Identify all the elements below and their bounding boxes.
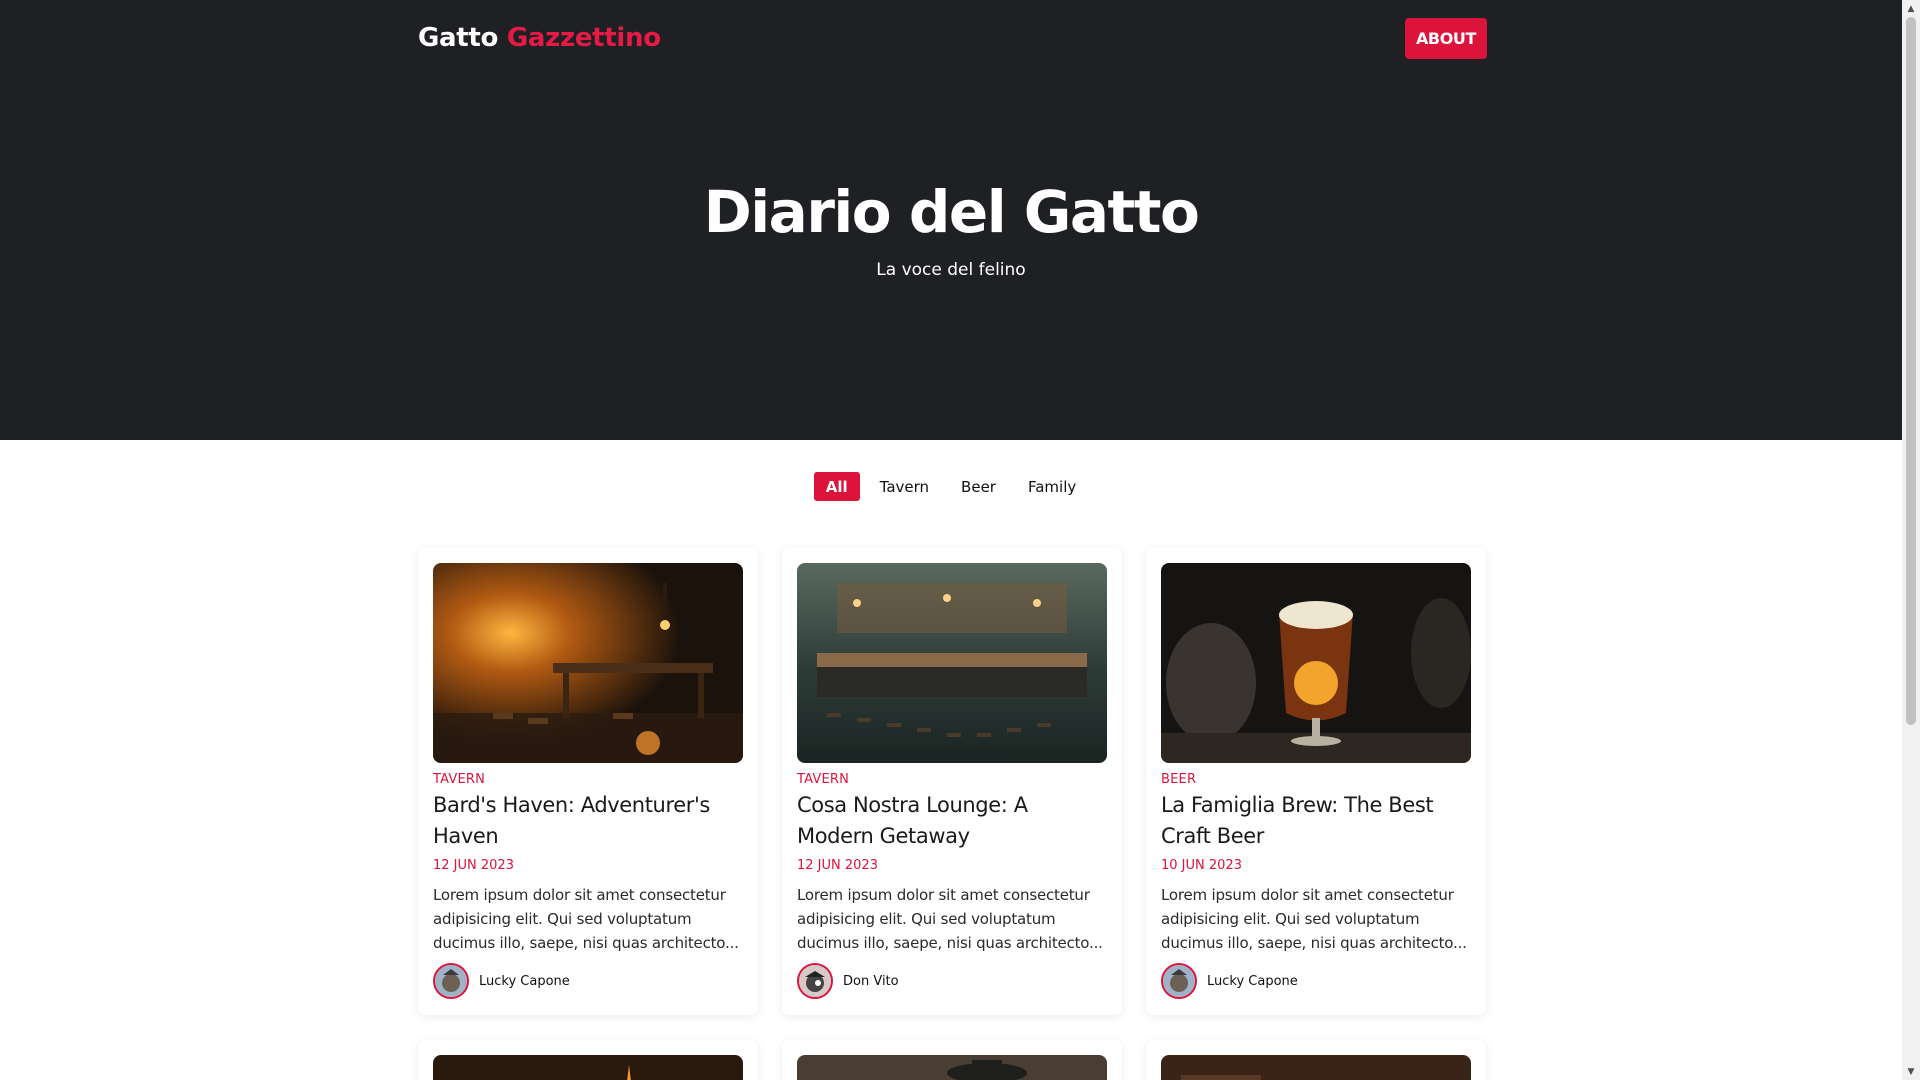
post-date: 12 JUN 2023 — [797, 858, 878, 873]
logo-text-accent: Gazzettino — [506, 23, 661, 53]
hero-title: Diario del Gatto — [703, 178, 1200, 246]
post-title[interactable]: Cosa Nostra Lounge: A Modern Getaway — [797, 790, 1107, 852]
logo-text-primary: Gatto — [418, 23, 499, 53]
post-image[interactable] — [433, 1055, 743, 1080]
scroll-down-icon[interactable]: ▼ — [1902, 1063, 1920, 1080]
author-avatar — [1161, 963, 1197, 999]
post-excerpt: Lorem ipsum dolor sit amet consectetur a… — [797, 886, 1103, 952]
top-nav: Gatto Gazzettino ABOUT — [418, 18, 1487, 59]
post-excerpt: Lorem ipsum dolor sit amet consectetur a… — [433, 886, 739, 952]
author-avatar — [797, 963, 833, 999]
post-card[interactable] — [1146, 1040, 1486, 1080]
post-image[interactable] — [797, 1055, 1107, 1080]
post-author[interactable]: Don Vito — [797, 963, 899, 999]
post-image-modern-bar[interactable] — [797, 563, 1107, 763]
hero-header: Gatto Gazzettino ABOUT Diario del Gatto … — [0, 0, 1902, 440]
author-avatar — [433, 963, 469, 999]
category-filter-tabs: All Tavern Beer Family — [0, 472, 1902, 501]
hero-subtitle: La voce del felino — [876, 260, 1026, 280]
post-category[interactable]: TAVERN — [433, 772, 485, 787]
site-logo[interactable]: Gatto Gazzettino — [418, 23, 661, 53]
filter-tavern[interactable]: Tavern — [868, 472, 941, 501]
post-author[interactable]: Lucky Capone — [433, 963, 570, 999]
post-image-tavern-fireplace[interactable] — [433, 563, 743, 763]
filter-family[interactable]: Family — [1016, 472, 1088, 501]
post-date: 12 JUN 2023 — [433, 858, 514, 873]
post-card[interactable]: BEER La Famiglia Brew: The Best Craft Be… — [1146, 548, 1486, 1015]
filter-beer[interactable]: Beer — [949, 472, 1008, 501]
post-category[interactable]: TAVERN — [797, 772, 849, 787]
filter-all[interactable]: All — [813, 472, 860, 501]
post-title[interactable]: Bard's Haven: Adventurer's Haven — [433, 790, 743, 852]
post-author[interactable]: Lucky Capone — [1161, 963, 1298, 999]
post-card[interactable] — [782, 1040, 1122, 1080]
scroll-up-icon[interactable]: ▲ — [1902, 0, 1920, 17]
post-card[interactable]: TAVERN Bard's Haven: Adventurer's Haven … — [418, 548, 758, 1015]
post-image-craft-beer[interactable] — [1161, 563, 1471, 763]
post-card[interactable] — [418, 1040, 758, 1080]
post-date: 10 JUN 2023 — [1161, 858, 1242, 873]
page: Gatto Gazzettino ABOUT Diario del Gatto … — [0, 0, 1902, 1080]
post-image[interactable] — [1161, 1055, 1471, 1080]
author-name: Lucky Capone — [479, 973, 570, 989]
post-category[interactable]: BEER — [1161, 772, 1196, 787]
post-title[interactable]: La Famiglia Brew: The Best Craft Beer — [1161, 790, 1471, 852]
post-card[interactable]: TAVERN Cosa Nostra Lounge: A Modern Geta… — [782, 548, 1122, 1015]
scrollbar-thumb[interactable] — [1906, 17, 1916, 725]
about-button[interactable]: ABOUT — [1405, 18, 1487, 59]
post-excerpt: Lorem ipsum dolor sit amet consectetur a… — [1161, 886, 1467, 952]
author-name: Don Vito — [843, 973, 899, 989]
author-name: Lucky Capone — [1207, 973, 1298, 989]
vertical-scrollbar[interactable]: ▲ ▼ — [1902, 0, 1920, 1080]
